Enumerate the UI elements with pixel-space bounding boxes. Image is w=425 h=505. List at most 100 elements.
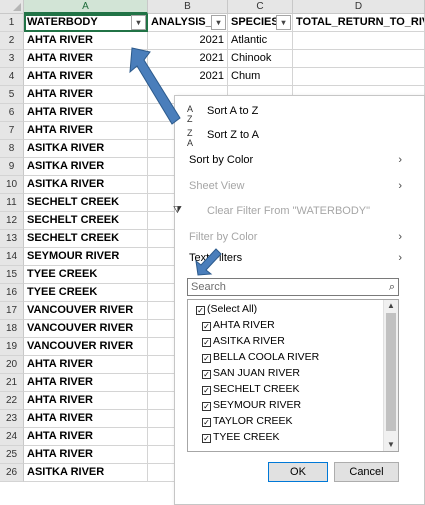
cell-a17[interactable]: VANCOUVER RIVER (24, 302, 148, 320)
filter-list-item[interactable]: ✓ SAN JUAN RIVER (202, 365, 300, 381)
sort-by-color-label: Sort by Color (189, 154, 254, 166)
cell-a26[interactable]: ASITKA RIVER (24, 464, 148, 482)
row-header[interactable]: 22 (0, 392, 24, 410)
row-header[interactable]: 6 (0, 104, 24, 122)
sort-by-color-item[interactable]: Sort by Color › (175, 148, 424, 172)
row-header[interactable]: 23 (0, 410, 24, 428)
scroll-up-icon[interactable]: ▲ (384, 300, 398, 312)
row-header[interactable]: 7 (0, 122, 24, 140)
row-header[interactable]: 21 (0, 374, 24, 392)
checkbox-checked-icon[interactable]: ✓ (202, 370, 211, 379)
autofilter-menu: AZ Sort A to Z ZA Sort Z to A Sort by Co… (173, 95, 425, 505)
filter-list-item[interactable]: ✓ TAYLOR CREEK (202, 413, 293, 429)
row-header[interactable]: 14 (0, 248, 24, 266)
cancel-button[interactable]: Cancel (334, 462, 399, 482)
filter-list-item[interactable]: ✓ ASITKA RIVER (202, 333, 285, 349)
list-scrollbar[interactable]: ▲ ▼ (383, 300, 398, 451)
checkbox-checked-icon[interactable]: ✓ (202, 354, 211, 363)
sort-z-to-a-label: Sort Z to A (207, 129, 259, 141)
filter-list-item[interactable]: ✓ (Select All) (196, 301, 257, 317)
clear-filter-label: Clear Filter From "WATERBODY" (207, 205, 371, 217)
row-header[interactable]: 17 (0, 302, 24, 320)
header-label: WATERBODY (27, 16, 98, 28)
cell-a16[interactable]: TYEE CREEK (24, 284, 148, 302)
sort-z-to-a-item[interactable]: ZA Sort Z to A (175, 123, 424, 148)
row-header[interactable]: 16 (0, 284, 24, 302)
filter-list-item[interactable]: ✓ BELLA COOLA RIVER (202, 349, 319, 365)
row-header[interactable]: 13 (0, 230, 24, 248)
column-header-a[interactable]: A (24, 0, 148, 14)
checkbox-checked-icon[interactable]: ✓ (202, 322, 211, 331)
row-header[interactable]: 2 (0, 32, 24, 50)
select-all-corner[interactable] (0, 0, 24, 14)
filter-item-label: ASITKA RIVER (213, 335, 285, 347)
checkbox-checked-icon[interactable]: ✓ (202, 386, 211, 395)
row-header[interactable]: 1 (0, 14, 24, 32)
cell-a13[interactable]: SECHELT CREEK (24, 230, 148, 248)
filter-list-item[interactable]: ✓ AHTA RIVER (202, 317, 275, 333)
filter-dropdown-button[interactable]: ▾ (211, 15, 226, 30)
cell-a9[interactable]: ASITKA RIVER (24, 158, 148, 176)
cell-a10[interactable]: ASITKA RIVER (24, 176, 148, 194)
sort-descending-icon: ZA (187, 128, 194, 148)
row-header[interactable]: 8 (0, 140, 24, 158)
cell-a24[interactable]: AHTA RIVER (24, 428, 148, 446)
cell-a8[interactable]: ASITKA RIVER (24, 140, 148, 158)
row-header[interactable]: 24 (0, 428, 24, 446)
cell-c4[interactable]: Chum (228, 68, 293, 86)
header-cell-d[interactable]: TOTAL_RETURN_TO_RIV (293, 14, 425, 32)
scroll-down-icon[interactable]: ▼ (384, 439, 398, 451)
clear-filter-item: ⧩ Clear Filter From "WATERBODY" (173, 199, 424, 223)
row-header[interactable]: 25 (0, 446, 24, 464)
header-cell-b[interactable]: ANALYSIS_Y ▾ (148, 14, 228, 32)
cell-d2[interactable] (293, 32, 425, 50)
row-header[interactable]: 10 (0, 176, 24, 194)
row-header[interactable]: 19 (0, 338, 24, 356)
cell-a14[interactable]: SEYMOUR RIVER (24, 248, 148, 266)
cell-a15[interactable]: TYEE CREEK (24, 266, 148, 284)
cell-d4[interactable] (293, 68, 425, 86)
cell-d3[interactable] (293, 50, 425, 68)
filter-dropdown-button[interactable]: ▾ (131, 15, 146, 30)
cell-a22[interactable]: AHTA RIVER (24, 392, 148, 410)
filter-list-item[interactable]: ✓ SECHELT CREEK (202, 381, 300, 397)
row-header[interactable]: 12 (0, 212, 24, 230)
row-header[interactable]: 18 (0, 320, 24, 338)
filter-list-item[interactable]: ✓ TYEE CREEK (202, 429, 280, 445)
cell-a19[interactable]: VANCOUVER RIVER (24, 338, 148, 356)
cell-a11[interactable]: SECHELT CREEK (24, 194, 148, 212)
filter-item-label: TYEE CREEK (213, 431, 280, 443)
cell-a23[interactable]: AHTA RIVER (24, 410, 148, 428)
row-header[interactable]: 15 (0, 266, 24, 284)
checkbox-checked-icon[interactable]: ✓ (202, 338, 211, 347)
row-header[interactable]: 9 (0, 158, 24, 176)
row-header[interactable]: 20 (0, 356, 24, 374)
column-header-d[interactable]: D (293, 0, 425, 14)
column-header-c[interactable]: C (228, 0, 293, 14)
filter-dropdown-button[interactable]: ▾ (276, 15, 291, 30)
sheet-view-label: Sheet View (189, 180, 245, 192)
cell-a25[interactable]: AHTA RIVER (24, 446, 148, 464)
filter-list-item[interactable]: ✓ SEYMOUR RIVER (202, 397, 301, 413)
cell-a18[interactable]: VANCOUVER RIVER (24, 320, 148, 338)
checkbox-checked-icon[interactable]: ✓ (202, 434, 211, 443)
ok-button[interactable]: OK (268, 462, 328, 482)
row-header[interactable]: 5 (0, 86, 24, 104)
checkbox-checked-icon[interactable]: ✓ (202, 402, 211, 411)
header-cell-a[interactable]: WATERBODY ▾ (24, 14, 148, 32)
cell-c3[interactable]: Chinook (228, 50, 293, 68)
row-header[interactable]: 26 (0, 464, 24, 482)
cell-c2[interactable]: Atlantic (228, 32, 293, 50)
checkbox-checked-icon[interactable]: ✓ (196, 306, 205, 315)
cell-a12[interactable]: SECHELT CREEK (24, 212, 148, 230)
cell-a20[interactable]: AHTA RIVER (24, 356, 148, 374)
cell-a21[interactable]: AHTA RIVER (24, 374, 148, 392)
header-cell-c[interactable]: SPECIES ▾ (228, 14, 293, 32)
column-header-b[interactable]: B (148, 0, 228, 14)
row-header[interactable]: 3 (0, 50, 24, 68)
scrollbar-thumb[interactable] (386, 313, 396, 431)
row-header[interactable]: 4 (0, 68, 24, 86)
row-header[interactable]: 11 (0, 194, 24, 212)
sort-a-to-z-item[interactable]: AZ Sort A to Z (175, 99, 424, 124)
checkbox-checked-icon[interactable]: ✓ (202, 418, 211, 427)
